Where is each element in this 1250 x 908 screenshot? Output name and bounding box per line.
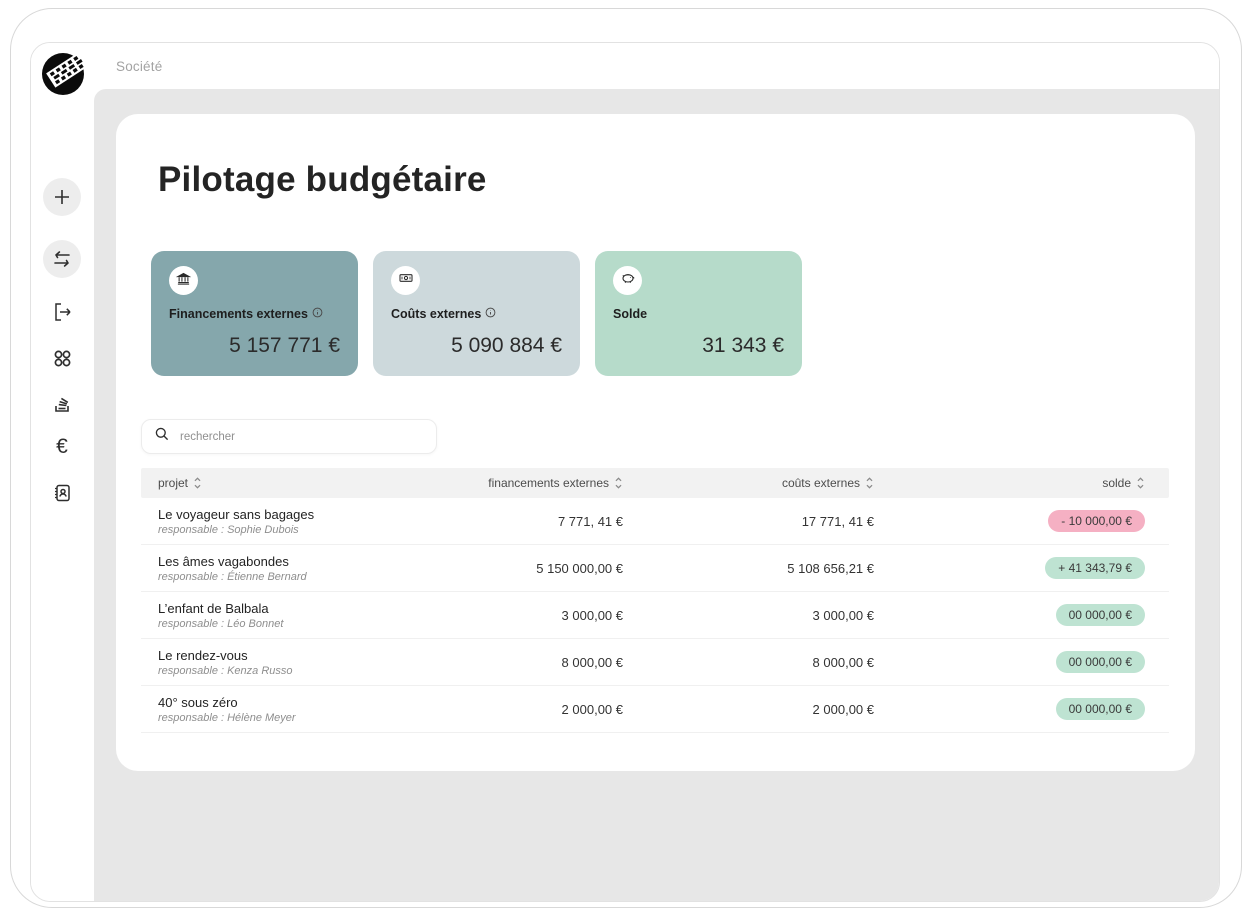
export-nav-item[interactable]	[48, 298, 76, 326]
couts-value: 3 000,00 €	[623, 608, 874, 623]
company-name-label: Société	[116, 59, 162, 74]
contacts-book-icon	[50, 481, 74, 505]
financements-value: 7 771, 41 €	[441, 514, 623, 529]
card-value: 5 090 884 €	[451, 334, 562, 358]
solde-badge: 00 000,00 €	[1056, 651, 1145, 673]
apps-nav-item[interactable]	[48, 344, 76, 372]
inbox-stack-icon	[50, 391, 74, 415]
summary-cards-row: Financements externes 5 157 771 €	[151, 251, 802, 376]
contacts-nav-item[interactable]	[48, 479, 76, 507]
financements-value: 3 000,00 €	[441, 608, 623, 623]
solde-badge: + 41 343,79 €	[1045, 557, 1145, 579]
search-input[interactable]	[180, 431, 424, 443]
card-value: 31 343 €	[702, 334, 784, 358]
card-label: Financements externes	[169, 307, 308, 321]
card-value: 5 157 771 €	[229, 334, 340, 358]
couts-value: 2 000,00 €	[623, 702, 874, 717]
info-icon[interactable]	[312, 307, 323, 321]
table-header-row: projet financements externes coûts exter…	[141, 468, 1169, 498]
card-financements-externes[interactable]: Financements externes 5 157 771 €	[151, 251, 358, 376]
stacks-nav-item[interactable]	[48, 389, 76, 417]
card-label: Coûts externes	[391, 307, 481, 321]
solde-badge: 00 000,00 €	[1056, 698, 1145, 720]
export-icon	[50, 300, 74, 324]
project-manager: responsable : Kenza Russo	[158, 665, 441, 677]
column-header-couts[interactable]: coûts externes	[623, 476, 874, 490]
transfers-button[interactable]	[43, 240, 81, 278]
table-row[interactable]: Les âmes vagabondes responsable : Étienn…	[141, 545, 1169, 592]
couts-value: 5 108 656,21 €	[623, 561, 874, 576]
banknote-icon	[398, 270, 414, 291]
couts-value: 8 000,00 €	[623, 655, 874, 670]
app-window: Société	[30, 42, 1220, 902]
card-couts-externes[interactable]: Coûts externes 5 090 884 €	[373, 251, 580, 376]
budget-nav-item[interactable]: €	[48, 433, 76, 461]
column-header-projet[interactable]: projet	[141, 476, 441, 490]
projects-table: projet financements externes coûts exter…	[141, 468, 1169, 733]
solde-badge: - 10 000,00 €	[1048, 510, 1145, 532]
project-manager: responsable : Étienne Bernard	[158, 571, 441, 583]
project-manager: responsable : Léo Bonnet	[158, 618, 441, 630]
app-logo-icon[interactable]	[41, 49, 89, 97]
project-name: 40° sous zéro	[158, 694, 441, 712]
project-name: Le rendez-vous	[158, 647, 441, 665]
main-content-card: Pilotage budgétaire Financements externe…	[116, 114, 1195, 771]
table-row[interactable]: Le rendez-vous responsable : Kenza Russo…	[141, 639, 1169, 686]
table-row[interactable]: 40° sous zéro responsable : Hélène Meyer…	[141, 686, 1169, 733]
search-icon	[154, 426, 170, 447]
card-solde[interactable]: Solde 31 343 €	[595, 251, 802, 376]
column-header-financements[interactable]: financements externes	[441, 476, 623, 490]
table-row[interactable]: Le voyageur sans bagages responsable : S…	[141, 498, 1169, 545]
info-icon[interactable]	[485, 307, 496, 321]
financements-value: 2 000,00 €	[441, 702, 623, 717]
topbar: Société	[31, 43, 1219, 89]
sort-icon[interactable]	[1136, 477, 1145, 489]
apps-grid-icon	[50, 346, 74, 370]
plus-icon	[52, 187, 72, 207]
card-label: Solde	[613, 307, 647, 321]
piggy-bank-icon	[620, 270, 636, 291]
search-bar	[141, 419, 437, 454]
euro-icon: €	[56, 435, 68, 459]
couts-value: 17 771, 41 €	[623, 514, 874, 529]
column-header-solde[interactable]: solde	[874, 476, 1145, 490]
table-body: Le voyageur sans bagages responsable : S…	[141, 498, 1169, 733]
project-name: L’enfant de Balbala	[158, 600, 441, 618]
table-row[interactable]: L’enfant de Balbala responsable : Léo Bo…	[141, 592, 1169, 639]
page-title: Pilotage budgétaire	[158, 160, 487, 200]
add-button[interactable]	[43, 178, 81, 216]
solde-badge: 00 000,00 €	[1056, 604, 1145, 626]
project-name: Le voyageur sans bagages	[158, 506, 441, 524]
sort-icon[interactable]	[193, 477, 202, 489]
project-name: Les âmes vagabondes	[158, 553, 441, 571]
project-manager: responsable : Sophie Dubois	[158, 524, 441, 536]
sort-icon[interactable]	[865, 477, 874, 489]
project-manager: responsable : Hélène Meyer	[158, 712, 441, 724]
sidebar: €	[31, 89, 94, 902]
swap-arrows-icon	[51, 250, 73, 268]
financements-value: 8 000,00 €	[441, 655, 623, 670]
financements-value: 5 150 000,00 €	[441, 561, 623, 576]
sort-icon[interactable]	[614, 477, 623, 489]
bank-icon	[176, 271, 191, 291]
